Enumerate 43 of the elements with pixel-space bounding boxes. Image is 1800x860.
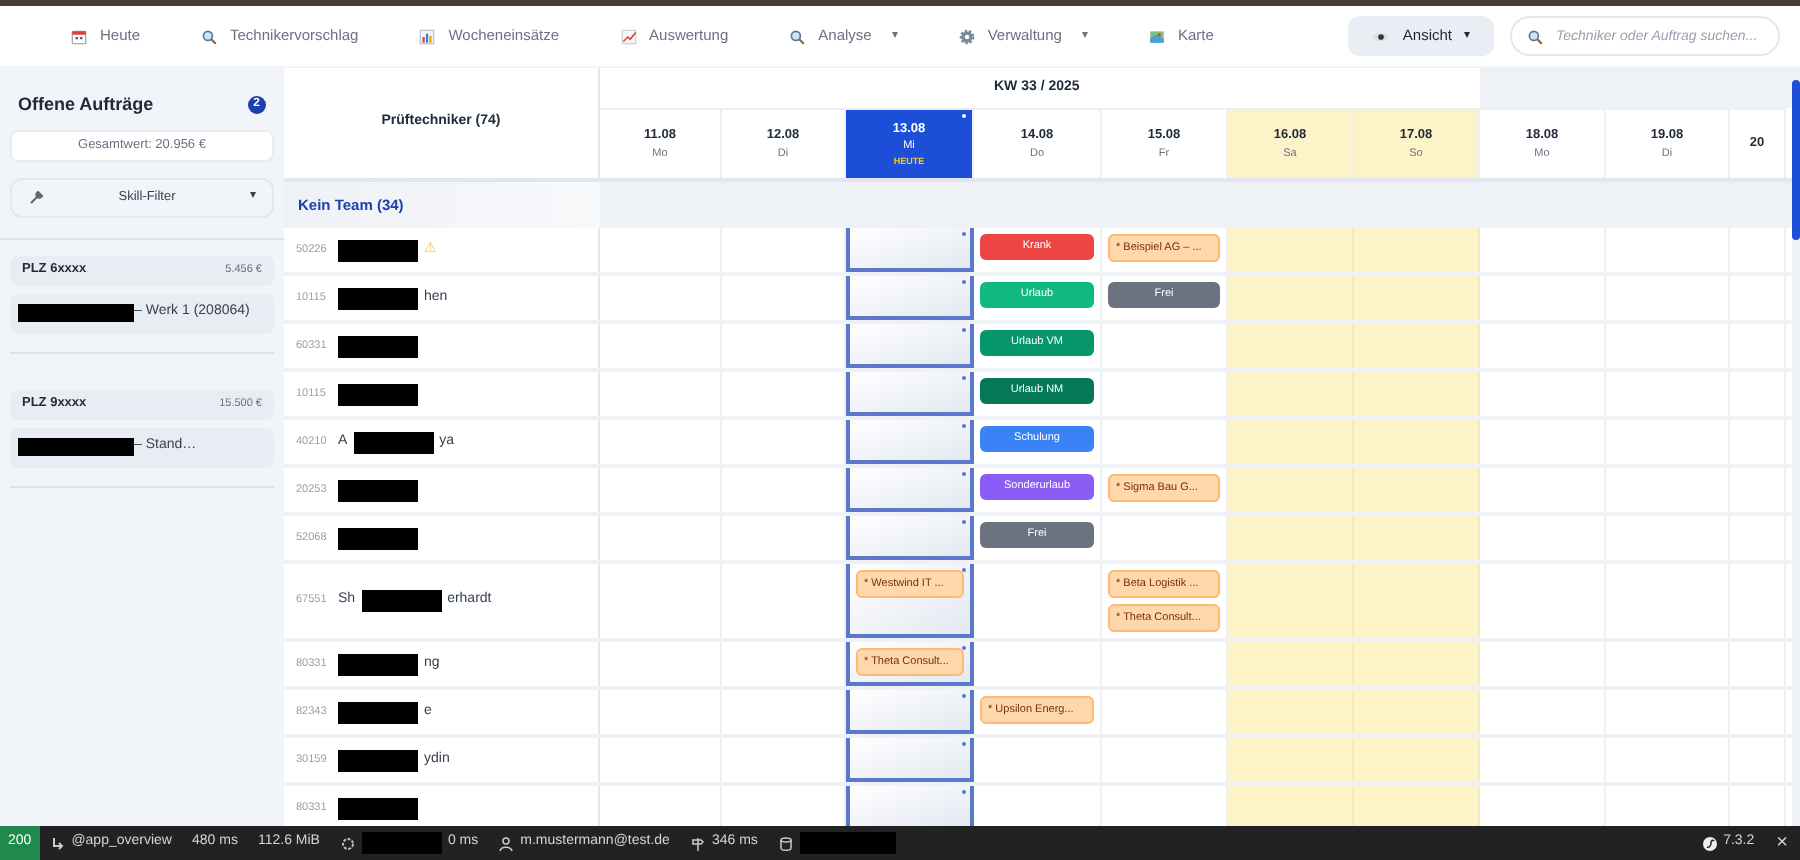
- bar-chart-icon: [418, 27, 437, 45]
- day-cell[interactable]: [846, 372, 974, 416]
- day-cell[interactable]: [846, 276, 974, 320]
- line-chart-icon: [619, 27, 638, 45]
- redaction-bar: [361, 832, 442, 854]
- cache-icon: [339, 835, 356, 851]
- search-icon: [1526, 27, 1544, 45]
- route-arrow-icon: [49, 835, 66, 851]
- redaction-bar: [338, 527, 418, 549]
- day-cell[interactable]: [846, 324, 974, 368]
- day-cell[interactable]: [846, 690, 974, 734]
- search-icon: [788, 27, 807, 45]
- sidebar-title: Offene Aufträge: [18, 92, 154, 118]
- wrench-icon: [28, 189, 44, 205]
- redaction-bar: [799, 832, 896, 854]
- redaction-bar: [338, 479, 418, 501]
- symfony-logo-icon: [1701, 835, 1718, 851]
- map-icon: [1147, 27, 1166, 45]
- redaction-bar: [338, 335, 418, 357]
- redaction-bar: [338, 797, 418, 819]
- redaction-bar: [338, 701, 418, 723]
- redaction-bar: [338, 749, 418, 771]
- search-icon: [200, 27, 219, 45]
- day-cell[interactable]: [846, 228, 974, 272]
- redaction-bar: [338, 383, 418, 405]
- redaction-bar: [353, 431, 434, 453]
- day-cell[interactable]: [846, 468, 974, 512]
- database-icon: [777, 835, 794, 851]
- close-button[interactable]: ×: [1764, 828, 1800, 858]
- scrollbar-thumb[interactable]: [1792, 80, 1800, 240]
- signpost-icon: [689, 835, 706, 851]
- eye-icon: [1372, 27, 1391, 45]
- day-cell[interactable]: [846, 738, 974, 782]
- redaction-bar: [338, 653, 418, 675]
- day-cell[interactable]: [846, 786, 974, 826]
- redaction-bar: [338, 287, 418, 309]
- user-icon: [498, 835, 515, 851]
- day-cell[interactable]: [846, 420, 974, 464]
- gear-icon: [957, 27, 976, 45]
- calendar-icon: [70, 27, 88, 45]
- redaction-bar: [361, 590, 442, 612]
- redaction-bar: [338, 239, 418, 261]
- day-cell[interactable]: [846, 516, 974, 560]
